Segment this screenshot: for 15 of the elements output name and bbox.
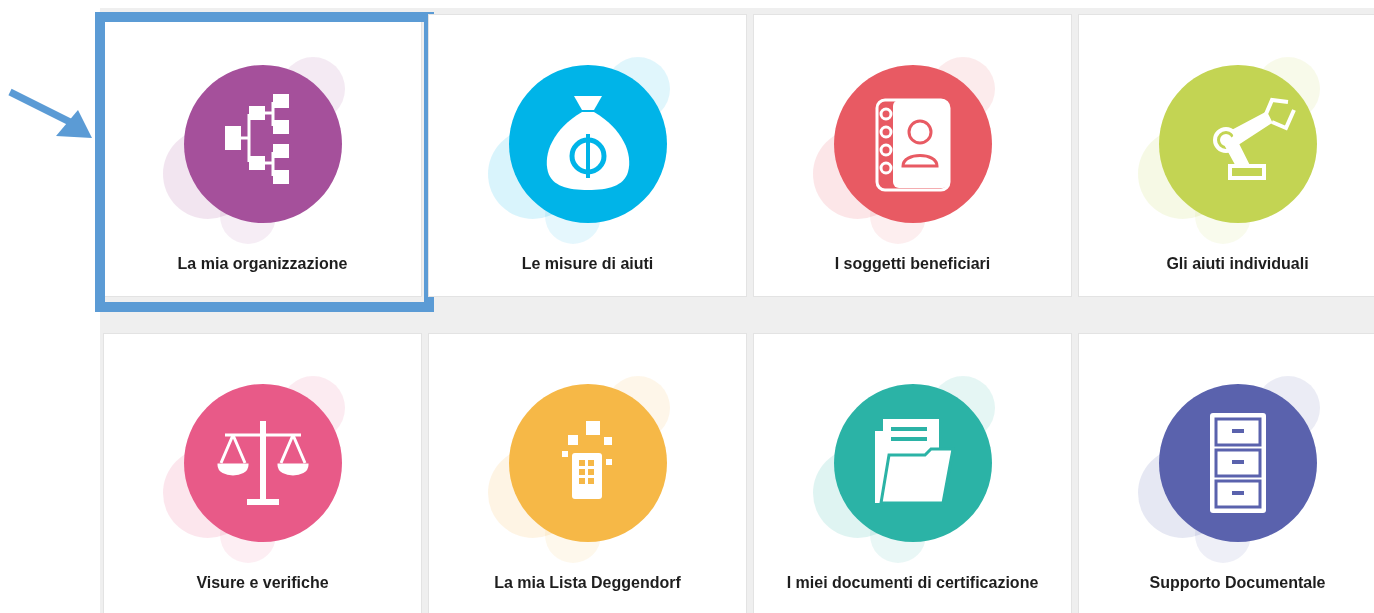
menu-card[interactable]: Gli aiuti individuali (1078, 14, 1374, 297)
card-title: Le misure di aiuti (521, 254, 654, 274)
card-title: I miei documenti di certificazione (786, 573, 1039, 593)
menu-card[interactable]: La mia Lista Deggendorf (428, 333, 747, 613)
card-title: La mia Lista Deggendorf (494, 573, 681, 593)
menu-card[interactable]: Le misure di aiuti (428, 14, 747, 297)
menu-card[interactable]: Visure e verifiche (103, 333, 422, 613)
menu-card[interactable]: I miei documenti di certificazione (753, 333, 1072, 613)
card-title: La mia organizzazione (177, 254, 348, 274)
menu-card[interactable]: Supporto Documentale (1078, 333, 1374, 613)
menu-card[interactable]: I soggetti beneficiari (753, 14, 1072, 297)
card-title: Gli aiuti individuali (1166, 254, 1309, 274)
card-title: Supporto Documentale (1149, 573, 1326, 593)
card-title: I soggetti beneficiari (834, 254, 991, 274)
card-title: Visure e verifiche (196, 573, 329, 593)
